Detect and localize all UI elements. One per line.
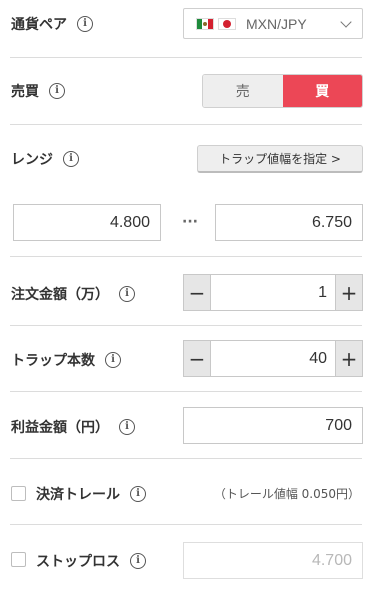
range-label-row: レンジ i [11, 149, 79, 169]
trap-count-decrement-button[interactable]: − [184, 341, 210, 376]
info-icon[interactable]: i [77, 16, 93, 32]
amount-decrement-button[interactable]: − [184, 275, 210, 310]
currency-pair-select[interactable]: MXN/JPY [183, 8, 363, 39]
trailing-note: （トレール値幅 0.050円） [213, 487, 360, 501]
sell-button[interactable]: 売 [203, 75, 283, 107]
stoploss-label: ストップロス [36, 554, 120, 570]
side-label-row: 売買 i [11, 81, 65, 101]
trap-width-button[interactable]: トラップ値幅を指定 > [197, 145, 363, 173]
divider [10, 325, 362, 326]
amount-label: 注文金額（万） [11, 287, 109, 303]
divider [10, 256, 362, 257]
amount-label-row: 注文金額（万） i [11, 284, 135, 304]
trap-count-input[interactable]: 40 [210, 341, 336, 376]
info-icon[interactable]: i [130, 486, 146, 502]
pair-label: 通貨ペア [11, 17, 67, 33]
buy-button[interactable]: 買 [282, 75, 362, 107]
trap-count-label: トラップ本数 [11, 353, 95, 369]
profit-label-row: 利益金額（円） i [11, 417, 135, 437]
trailing-label-row: 決済トレール i [36, 484, 146, 504]
pair-value: MXN/JPY [246, 15, 307, 32]
profit-label: 利益金額（円） [11, 420, 109, 436]
range-min-input[interactable]: 4.800 [13, 204, 161, 241]
info-icon[interactable]: i [49, 83, 65, 99]
divider [10, 391, 362, 392]
pair-label-row: 通貨ペア i [11, 14, 93, 34]
profit-input[interactable]: 700 [183, 407, 363, 444]
chevron-down-icon [340, 16, 352, 28]
divider [10, 124, 362, 125]
buy-sell-toggle[interactable]: 売 買 [202, 74, 363, 108]
amount-increment-button[interactable]: + [336, 275, 362, 310]
japan-flag-icon [218, 17, 236, 30]
trailing-checkbox[interactable] [11, 486, 26, 501]
info-icon[interactable]: i [105, 352, 121, 368]
info-icon[interactable]: i [130, 553, 146, 569]
stoploss-label-row: ストップロス i [36, 551, 146, 571]
stoploss-input[interactable]: 4.700 [183, 542, 363, 579]
divider [10, 57, 362, 58]
range-label: レンジ [11, 152, 53, 168]
trap-count-increment-button[interactable]: + [336, 341, 362, 376]
range-max-input[interactable]: 6.750 [215, 204, 363, 241]
info-icon[interactable]: i [119, 419, 135, 435]
divider [10, 458, 362, 459]
divider [10, 524, 362, 525]
info-icon[interactable]: i [119, 286, 135, 302]
stoploss-checkbox[interactable] [11, 552, 26, 567]
amount-input[interactable]: 1 [210, 275, 336, 310]
info-icon[interactable]: i [63, 151, 79, 167]
range-separator: ··· [182, 214, 198, 230]
mexico-flag-icon [196, 17, 214, 30]
side-label: 売買 [11, 84, 39, 100]
trap-count-stepper: − 40 + [183, 340, 363, 377]
trailing-label: 決済トレール [36, 487, 120, 503]
amount-stepper: − 1 + [183, 274, 363, 311]
trap-count-label-row: トラップ本数 i [11, 350, 121, 370]
